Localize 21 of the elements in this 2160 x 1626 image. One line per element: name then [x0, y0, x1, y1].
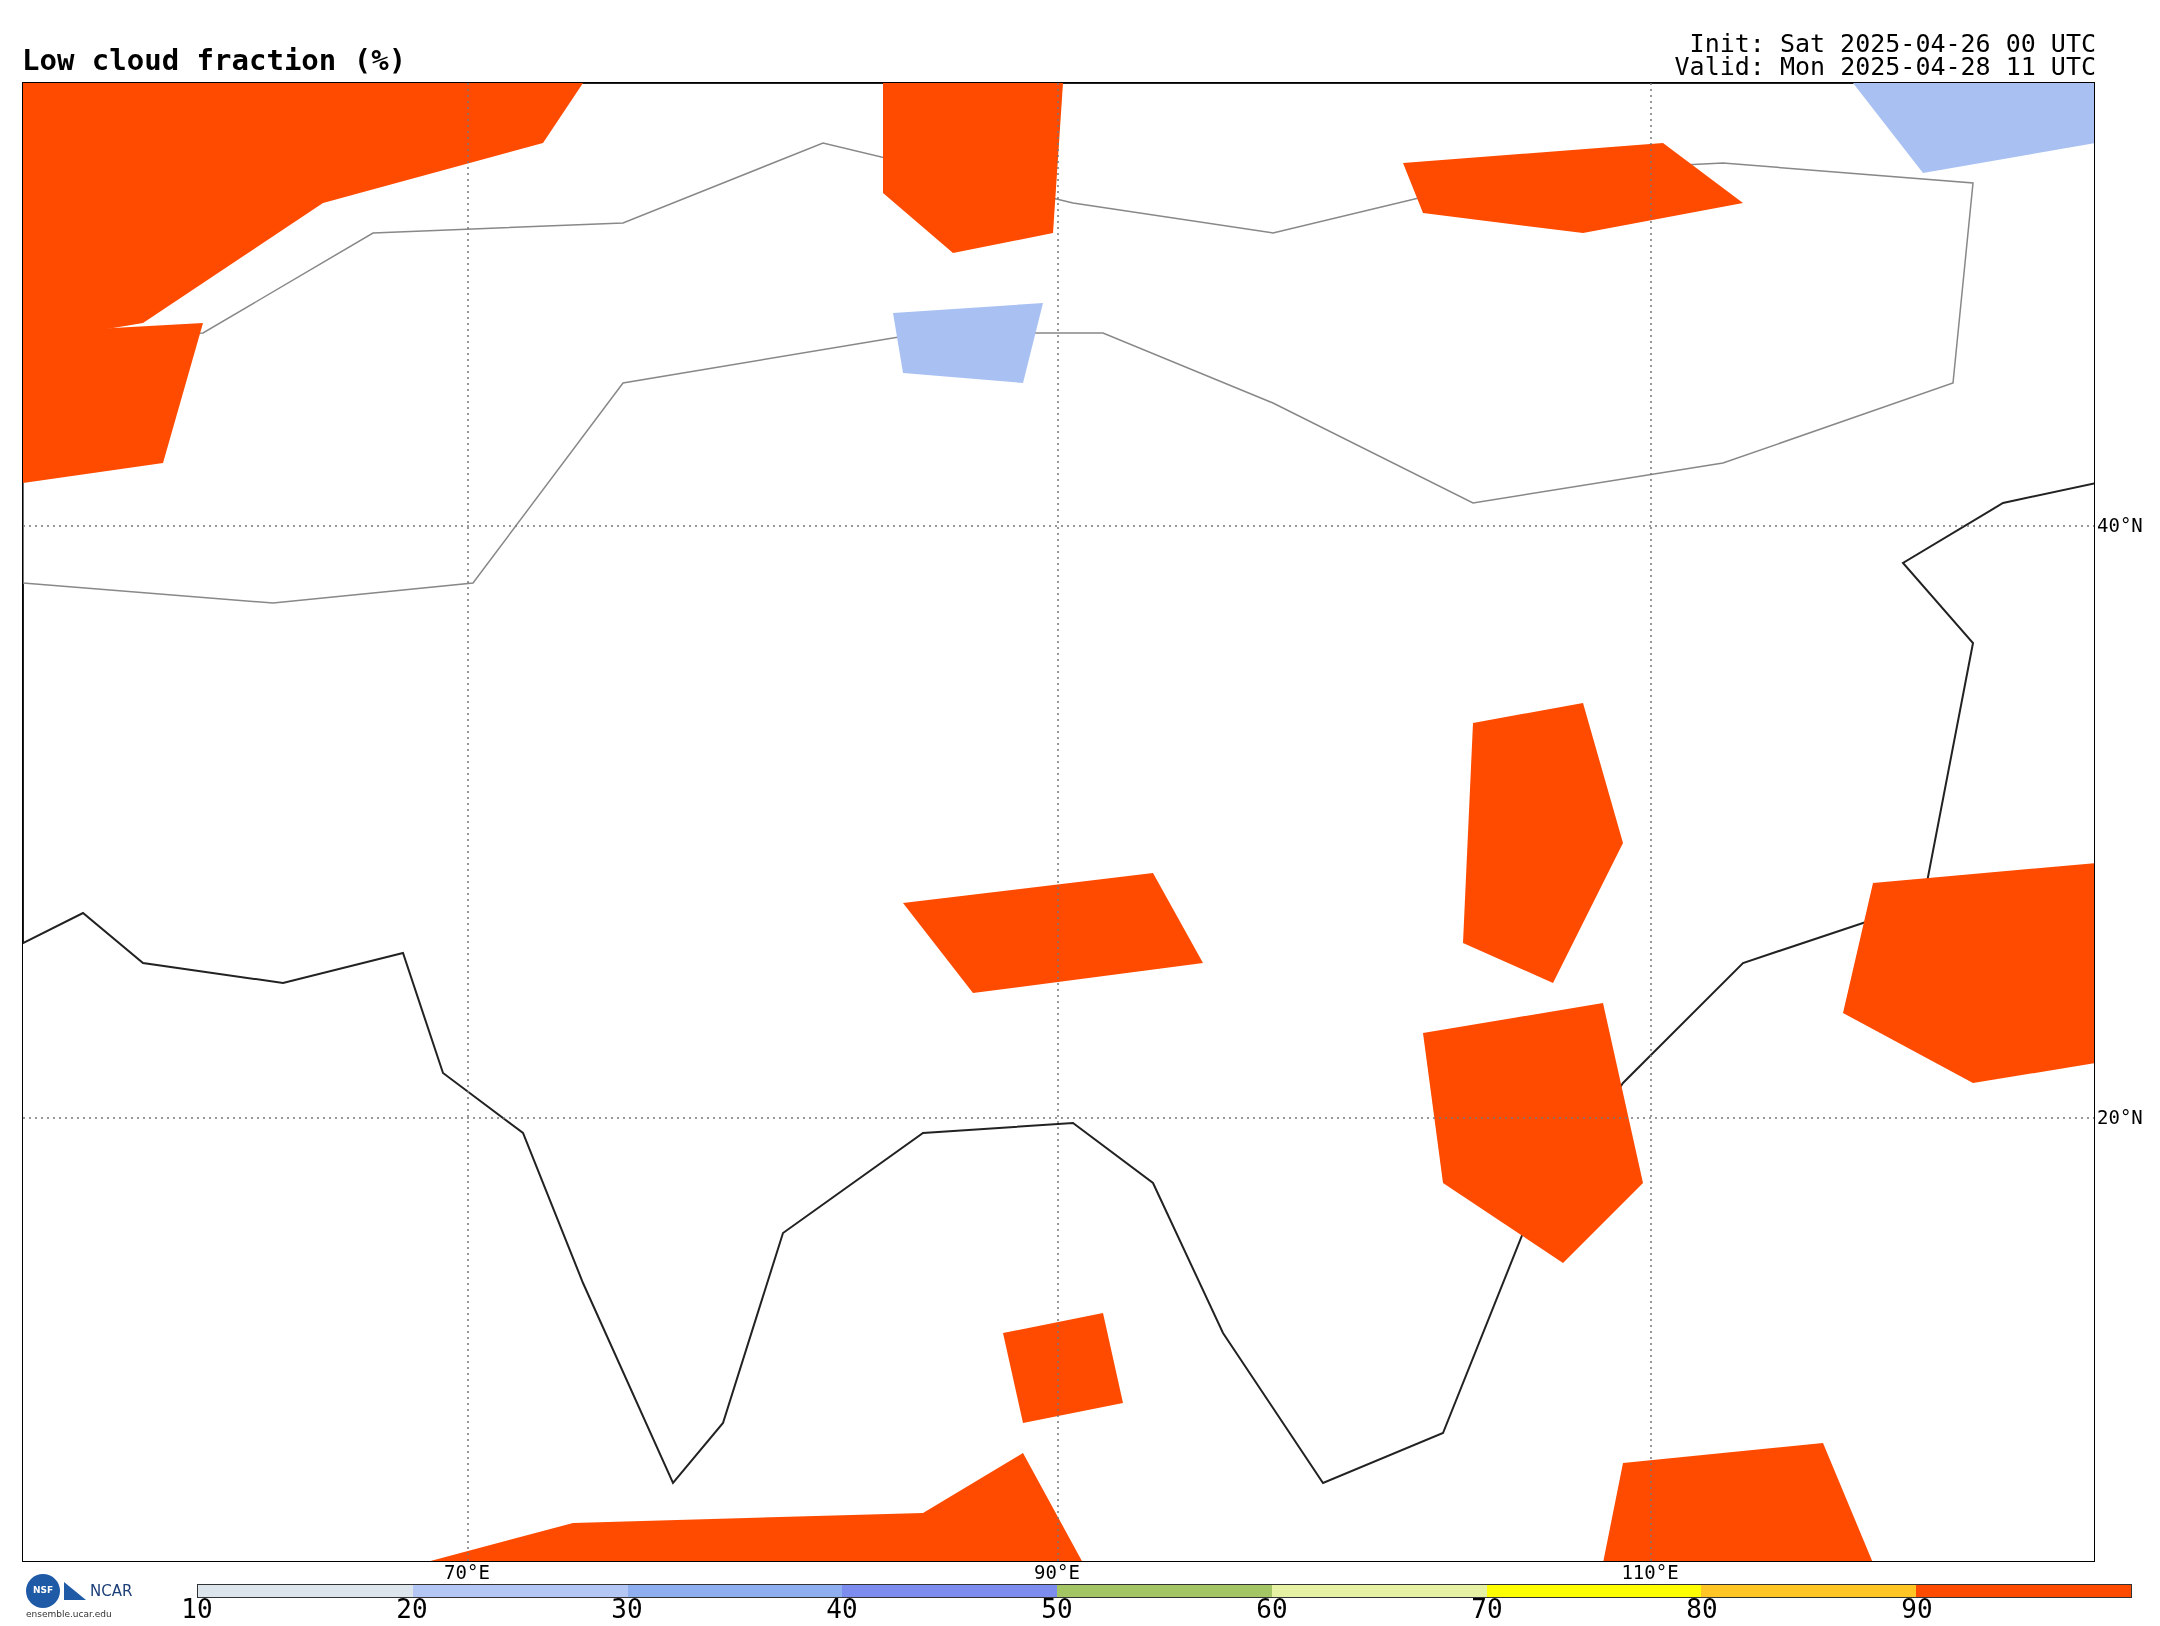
init-time: Init: Sat 2025-04-26 00 UTC	[1689, 32, 2096, 55]
colorbar-tick-label: 90	[1901, 1596, 1933, 1622]
colorbar-tick-label: 40	[826, 1596, 858, 1622]
longitude-label: 90°E	[1034, 1563, 1080, 1582]
colorbar-tick-label: 20	[396, 1596, 428, 1622]
colorbar-tick-label: 80	[1686, 1596, 1718, 1622]
latitude-label: 20°N	[2097, 1107, 2143, 1127]
colorbar-tick-label: 10	[181, 1596, 213, 1622]
longitude-label: 70°E	[444, 1563, 490, 1582]
latitude-label: 40°N	[2097, 515, 2143, 535]
valid-time: Valid: Mon 2025-04-28 11 UTC	[1674, 55, 2096, 78]
chart-title: Low cloud fraction (%)	[22, 46, 407, 79]
logo-text: NCAR	[90, 1580, 133, 1602]
seal-logo: NSF	[26, 1574, 60, 1608]
ncar-logo-icon	[64, 1582, 86, 1600]
site-url: ensemble.ucar.edu	[26, 1608, 113, 1621]
colorbar-tick-label: 70	[1471, 1596, 1503, 1622]
colorbar-tick-label: 50	[1041, 1596, 1073, 1622]
colorbar-tick-label: 30	[611, 1596, 643, 1622]
longitude-label: 110°E	[1621, 1563, 1679, 1582]
colorbar-tick-label: 60	[1256, 1596, 1288, 1622]
